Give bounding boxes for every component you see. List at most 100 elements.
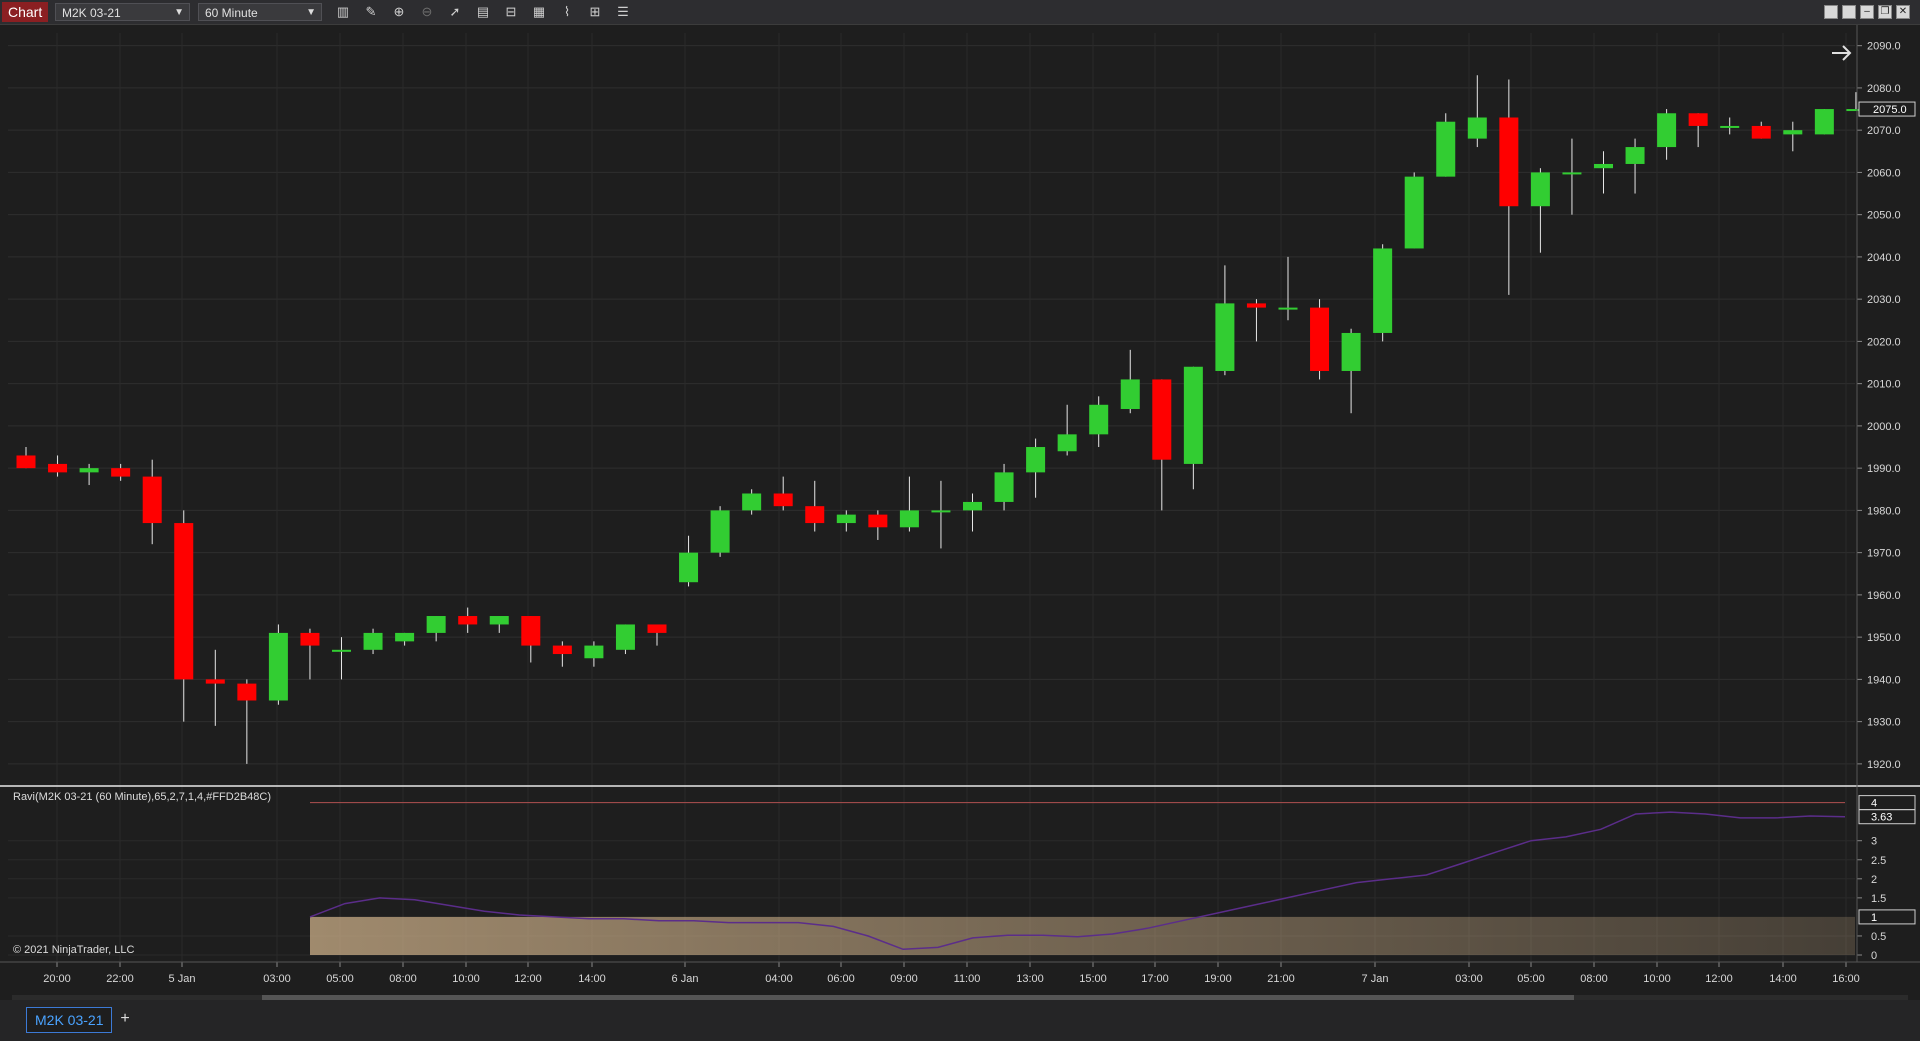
restore-icon[interactable]: ❐ xyxy=(1878,5,1892,19)
close-icon[interactable]: ✕ xyxy=(1896,5,1910,19)
candle-up xyxy=(679,552,699,583)
candle-up xyxy=(268,632,288,701)
time-tick-label: 08:00 xyxy=(389,973,417,985)
strategies-icon[interactable]: ⌇ xyxy=(558,3,576,21)
candle-up xyxy=(1215,303,1235,371)
time-tick-label: 15:00 xyxy=(1079,973,1107,985)
price-tick-label: 2050.0 xyxy=(1867,210,1901,222)
time-tick-label: 14:00 xyxy=(1769,973,1797,985)
time-tick-label: 12:00 xyxy=(514,973,542,985)
candle-down xyxy=(1499,117,1519,207)
interval-selector[interactable]: 60 Minute ▼ xyxy=(198,3,322,21)
candle-up xyxy=(836,514,856,524)
bars-type-icon[interactable]: ▥ xyxy=(334,3,352,21)
candle-up xyxy=(1562,172,1582,175)
candle-up xyxy=(1057,434,1077,452)
properties-icon[interactable]: ⊟ xyxy=(502,3,520,21)
time-tick-label: 11:00 xyxy=(954,973,981,985)
time-tick-label: 06:00 xyxy=(827,973,855,985)
minimize-icon[interactable]: – xyxy=(1860,5,1874,19)
time-axis: 20:00 22:00 5 Jan 03:00 05:00 08:00 10:00 12:00… xyxy=(0,961,1920,985)
indicator-value-marker xyxy=(1858,909,1916,925)
candle-up xyxy=(1625,147,1645,164)
time-tick-label: 03:00 xyxy=(1455,973,1483,985)
candle-up xyxy=(1530,172,1550,207)
time-tick-label: 21:00 xyxy=(1267,973,1295,985)
price-tick-label: 2070.0 xyxy=(1867,125,1901,137)
candle-up xyxy=(79,468,99,473)
tab-m2k[interactable]: M2K 03-21 xyxy=(26,1007,113,1033)
indicator-label: Ravi(M2K 03-21 (60 Minute),65,2,7,1,4,#F… xyxy=(13,791,272,803)
candle-up xyxy=(584,645,604,659)
price-tick-label: 2080.0 xyxy=(1867,83,1901,95)
list-icon[interactable]: ☰ xyxy=(614,3,632,21)
window-snap-icon[interactable] xyxy=(1842,5,1856,19)
time-tick-label: 05:00 xyxy=(1517,973,1545,985)
indicator-value-label: 3.63 xyxy=(1871,812,1892,824)
template-icon[interactable]: ▦ xyxy=(530,3,548,21)
window-tile-icon[interactable] xyxy=(1824,5,1838,19)
copyright-text: © 2021 NinjaTrader, LLC xyxy=(13,944,135,956)
pointer-icon[interactable]: ➚ xyxy=(446,3,464,21)
time-tick-label: 6 Jan xyxy=(672,973,699,985)
candle-up xyxy=(1341,332,1361,371)
candle-up xyxy=(1120,379,1140,409)
candle-up xyxy=(1278,307,1298,310)
candle-down xyxy=(237,683,257,701)
indicator-value-label: 4 xyxy=(1871,798,1877,810)
indicator-tick-label: 0 xyxy=(1871,950,1877,962)
candle-up xyxy=(1026,447,1046,473)
price-tick-label: 2040.0 xyxy=(1867,252,1901,264)
time-tick-label: 10:00 xyxy=(452,973,480,985)
chart-toolbar: Chart M2K 03-21 ▼ 60 Minute ▼ ▥ ✎ ⊕ ⊖ ➚ … xyxy=(0,0,1920,25)
last-price-label: 2075.0 xyxy=(1873,104,1907,116)
indicator-tick-label: 1.5 xyxy=(1871,893,1886,905)
price-tick-label: 1930.0 xyxy=(1867,717,1901,729)
time-tick-label: 12:00 xyxy=(1705,973,1733,985)
candle-down xyxy=(142,476,162,524)
indicators-icon[interactable]: ⊞ xyxy=(586,3,604,21)
time-tick-label: 08:00 xyxy=(1580,973,1608,985)
candle-up xyxy=(931,510,951,513)
price-tick-label: 1980.0 xyxy=(1867,505,1901,517)
chart-window-label: Chart xyxy=(2,2,49,22)
candle-down xyxy=(647,624,667,633)
indicator-value-marker xyxy=(1858,795,1916,811)
chevron-down-icon: ▼ xyxy=(306,7,316,18)
candle-down xyxy=(1246,303,1266,308)
time-tick-label: 17:00 xyxy=(1141,973,1169,985)
instrument-value: M2K 03-21 xyxy=(62,6,121,20)
instrument-selector[interactable]: M2K 03-21 ▼ xyxy=(55,3,190,21)
interval-value: 60 Minute xyxy=(205,6,258,20)
price-tick-label: 2020.0 xyxy=(1867,336,1901,348)
price-axis: 2090.0 2080.0 2070.0 2060.0 2050.0 2040.0 2030… xyxy=(1857,41,1916,771)
indicator-tick-label: 0.5 xyxy=(1871,931,1886,943)
candle-up xyxy=(1373,248,1393,333)
candle-up xyxy=(1089,404,1109,435)
candle-up xyxy=(1436,121,1456,177)
chart-canvas[interactable]: 2090.02080.02070.02060.02050.02040.02030… xyxy=(0,25,1920,1000)
time-tick-label: 04:00 xyxy=(765,973,793,985)
candle-down xyxy=(174,523,194,680)
candle-up xyxy=(1783,130,1803,135)
data-box-icon[interactable]: ▤ xyxy=(474,3,492,21)
time-tick-label: 05:00 xyxy=(326,973,354,985)
price-tick-label: 1940.0 xyxy=(1867,674,1901,686)
time-tick-label: 19:00 xyxy=(1204,973,1232,985)
indicator-panel: 3 2.5 2 1.5 0.5 0 4 3.63 1 xyxy=(8,795,1916,962)
candle-up xyxy=(1183,366,1203,464)
candle-up xyxy=(742,493,762,511)
zoom-in-icon[interactable]: ⊕ xyxy=(390,3,408,21)
candle-down xyxy=(552,645,572,655)
add-tab-button[interactable]: + xyxy=(116,1009,134,1029)
candle-up xyxy=(395,632,415,642)
drawing-tool-icon[interactable]: ✎ xyxy=(362,3,380,21)
time-tick-label: 10:00 xyxy=(1643,973,1671,985)
candle-up xyxy=(363,632,383,650)
time-tick-label: 22:00 xyxy=(106,973,134,985)
candle-up xyxy=(1404,176,1424,249)
candle-down xyxy=(16,455,36,469)
zoom-out-icon[interactable]: ⊖ xyxy=(418,3,436,21)
candle-down xyxy=(48,463,68,473)
scroll-right-arrow-icon[interactable] xyxy=(1832,45,1852,61)
